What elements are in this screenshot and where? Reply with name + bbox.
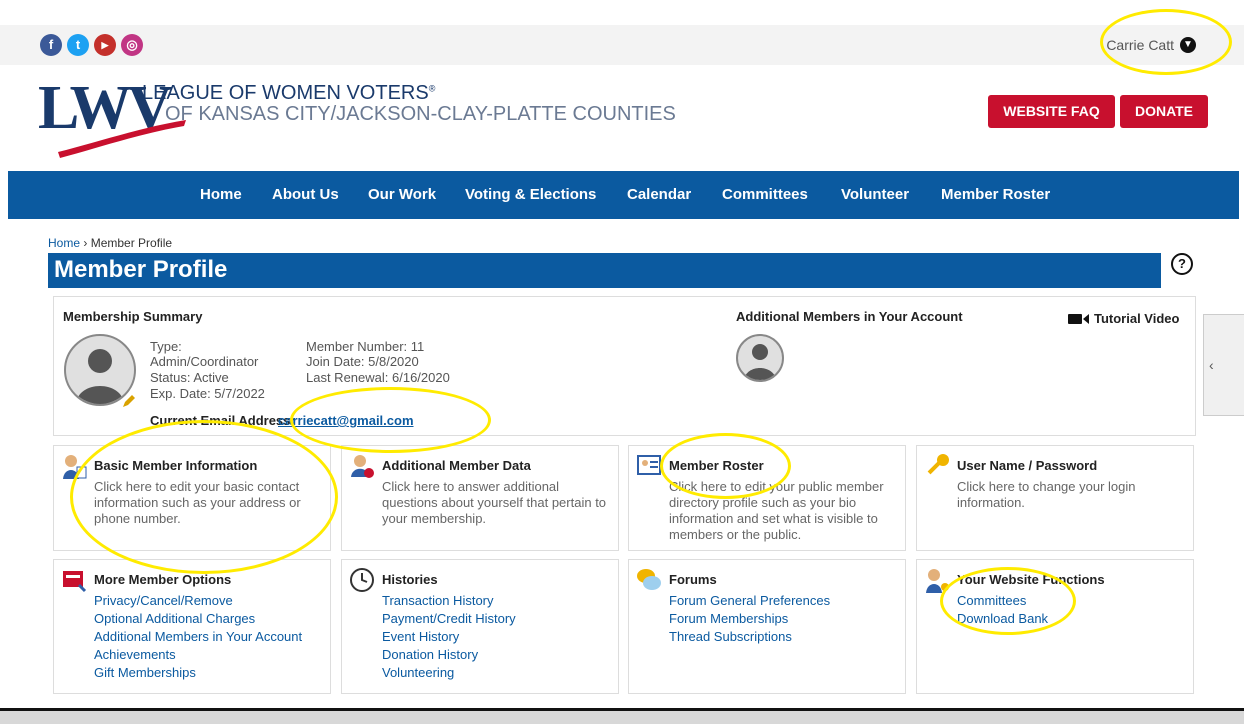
- card-desc: Click here to change your login informat…: [957, 479, 1136, 510]
- link-download-bank[interactable]: Download Bank: [957, 610, 1048, 628]
- link-volunteering[interactable]: Volunteering: [382, 664, 516, 682]
- tutorial-video-label[interactable]: Tutorial Video: [1094, 311, 1179, 326]
- membership-summary: Membership Summary Type: Admin/Coordinat…: [53, 296, 1196, 436]
- breadcrumb-separator: ›: [83, 236, 88, 250]
- social-bar: f t ▶ ◎ Carrie Catt ▼: [0, 25, 1244, 65]
- main-nav: Home About Us Our Work Voting & Election…: [8, 171, 1239, 219]
- card-desc: Click here to answer additional question…: [382, 479, 607, 526]
- type-value: Admin/Coordinator: [150, 354, 259, 369]
- page-title-bar: Member Profile: [48, 253, 1161, 288]
- link-gift-memberships[interactable]: Gift Memberships: [94, 664, 302, 682]
- email-link[interactable]: carriecatt@gmail.com: [278, 413, 414, 428]
- page-title: Member Profile: [54, 256, 228, 283]
- card-title: More Member Options: [94, 572, 232, 587]
- logo-swoosh-icon: [58, 120, 186, 158]
- link-optional-additional-charges[interactable]: Optional Additional Charges: [94, 610, 302, 628]
- card-histories: Histories Transaction History Payment/Cr…: [341, 559, 619, 694]
- nav-volunteer[interactable]: Volunteer: [841, 186, 909, 203]
- status: Status: Active: [150, 370, 229, 385]
- card-forums: Forums Forum General Preferences Forum M…: [628, 559, 906, 694]
- link-achievements[interactable]: Achievements: [94, 646, 302, 664]
- link-additional-members[interactable]: Additional Members in Your Account: [94, 628, 302, 646]
- nav-member-roster[interactable]: Member Roster: [941, 186, 1050, 203]
- link-committees[interactable]: Committees: [957, 592, 1048, 610]
- roster-card-icon: [637, 455, 661, 475]
- last-renewal: Last Renewal: 6/16/2020: [306, 370, 450, 385]
- nav-voting-elections[interactable]: Voting & Elections: [465, 186, 596, 203]
- link-event-history[interactable]: Event History: [382, 628, 516, 646]
- email-label: Current Email Address:: [150, 413, 295, 428]
- logo-line-2: OF KANSAS CITY/JACKSON-CLAY-PLATTE COUNT…: [165, 103, 676, 125]
- breadcrumb-current: Member Profile: [90, 236, 173, 250]
- instagram-icon[interactable]: ◎: [121, 34, 143, 56]
- summary-title: Membership Summary: [63, 309, 203, 324]
- key-icon: [927, 454, 949, 475]
- breadcrumb-home[interactable]: Home: [48, 236, 80, 250]
- card-title[interactable]: User Name / Password: [957, 458, 1097, 473]
- card-desc: Click here to edit your public member di…: [669, 479, 884, 542]
- facebook-icon[interactable]: f: [40, 34, 62, 56]
- card-more-member-options: More Member Options Privacy/Cancel/Remov…: [53, 559, 331, 694]
- link-forum-memberships[interactable]: Forum Memberships: [669, 610, 830, 628]
- card-title[interactable]: Additional Member Data: [382, 458, 531, 473]
- card-title[interactable]: Basic Member Information: [94, 458, 257, 473]
- side-feedback-tab[interactable]: ‹: [1203, 314, 1244, 416]
- nav-committees[interactable]: Committees: [722, 186, 808, 203]
- link-payment-credit-history[interactable]: Payment/Credit History: [382, 610, 516, 628]
- nav-calendar[interactable]: Calendar: [627, 186, 691, 203]
- user-functions-icon: [926, 569, 949, 593]
- card-title[interactable]: Member Roster: [669, 458, 764, 473]
- type-label: Type:: [150, 339, 182, 354]
- help-icon[interactable]: ?: [1171, 253, 1193, 275]
- card-title: Forums: [669, 572, 717, 587]
- card-desc: Click here to edit your basic contact in…: [94, 479, 301, 526]
- card-username-password[interactable]: User Name / Password Click here to chang…: [916, 445, 1194, 551]
- nav-about-us[interactable]: About Us: [272, 186, 339, 203]
- user-name[interactable]: Carrie Catt: [1106, 37, 1174, 53]
- donate-button[interactable]: DONATE: [1120, 95, 1208, 128]
- link-forum-general-preferences[interactable]: Forum General Preferences: [669, 592, 830, 610]
- top-strip: [0, 0, 1244, 25]
- tutorial-video-link[interactable]: Tutorial Video: [1068, 311, 1179, 326]
- twitter-icon[interactable]: t: [67, 34, 89, 56]
- card-additional-member-data[interactable]: Additional Member Data Click here to ans…: [341, 445, 619, 551]
- user-data-icon: [351, 455, 374, 478]
- card-website-functions: Your Website Functions Committees Downlo…: [916, 559, 1194, 694]
- member-options-icon: [63, 571, 87, 593]
- user-menu[interactable]: Carrie Catt ▼: [1106, 37, 1196, 53]
- nav-home[interactable]: Home: [200, 186, 242, 203]
- exp-date: Exp. Date: 5/7/2022: [150, 386, 265, 401]
- link-thread-subscriptions[interactable]: Thread Subscriptions: [669, 628, 830, 646]
- link-donation-history[interactable]: Donation History: [382, 646, 516, 664]
- card-title: Your Website Functions: [957, 572, 1105, 587]
- member-number: Member Number: 11: [306, 339, 425, 354]
- website-faq-button[interactable]: WEBSITE FAQ: [988, 95, 1115, 128]
- additional-members-title: Additional Members in Your Account: [736, 309, 963, 324]
- card-basic-member-info[interactable]: Basic Member Information Click here to e…: [53, 445, 331, 551]
- user-info-icon: [63, 455, 87, 479]
- additional-member-avatar[interactable]: [736, 334, 784, 382]
- breadcrumb: Home › Member Profile: [48, 236, 172, 250]
- link-privacy-cancel-remove[interactable]: Privacy/Cancel/Remove: [94, 592, 302, 610]
- chevron-left-icon[interactable]: ‹: [1209, 357, 1214, 373]
- chevron-down-icon[interactable]: ▼: [1180, 37, 1196, 53]
- pencil-icon[interactable]: [121, 393, 137, 409]
- video-camera-icon: [1068, 313, 1089, 324]
- nav-our-work[interactable]: Our Work: [368, 186, 436, 203]
- logo-line-1: LEAGUE OF WOMEN VOTERS®: [142, 82, 436, 104]
- horizontal-scrollbar[interactable]: [0, 708, 1244, 724]
- link-transaction-history[interactable]: Transaction History: [382, 592, 516, 610]
- youtube-icon[interactable]: ▶: [94, 34, 116, 56]
- history-clock-icon: [350, 568, 374, 592]
- card-member-roster[interactable]: Member Roster Click here to edit your pu…: [628, 445, 906, 551]
- join-date: Join Date: 5/8/2020: [306, 354, 419, 369]
- card-title: Histories: [382, 572, 438, 587]
- forum-bubbles-icon: [637, 569, 661, 590]
